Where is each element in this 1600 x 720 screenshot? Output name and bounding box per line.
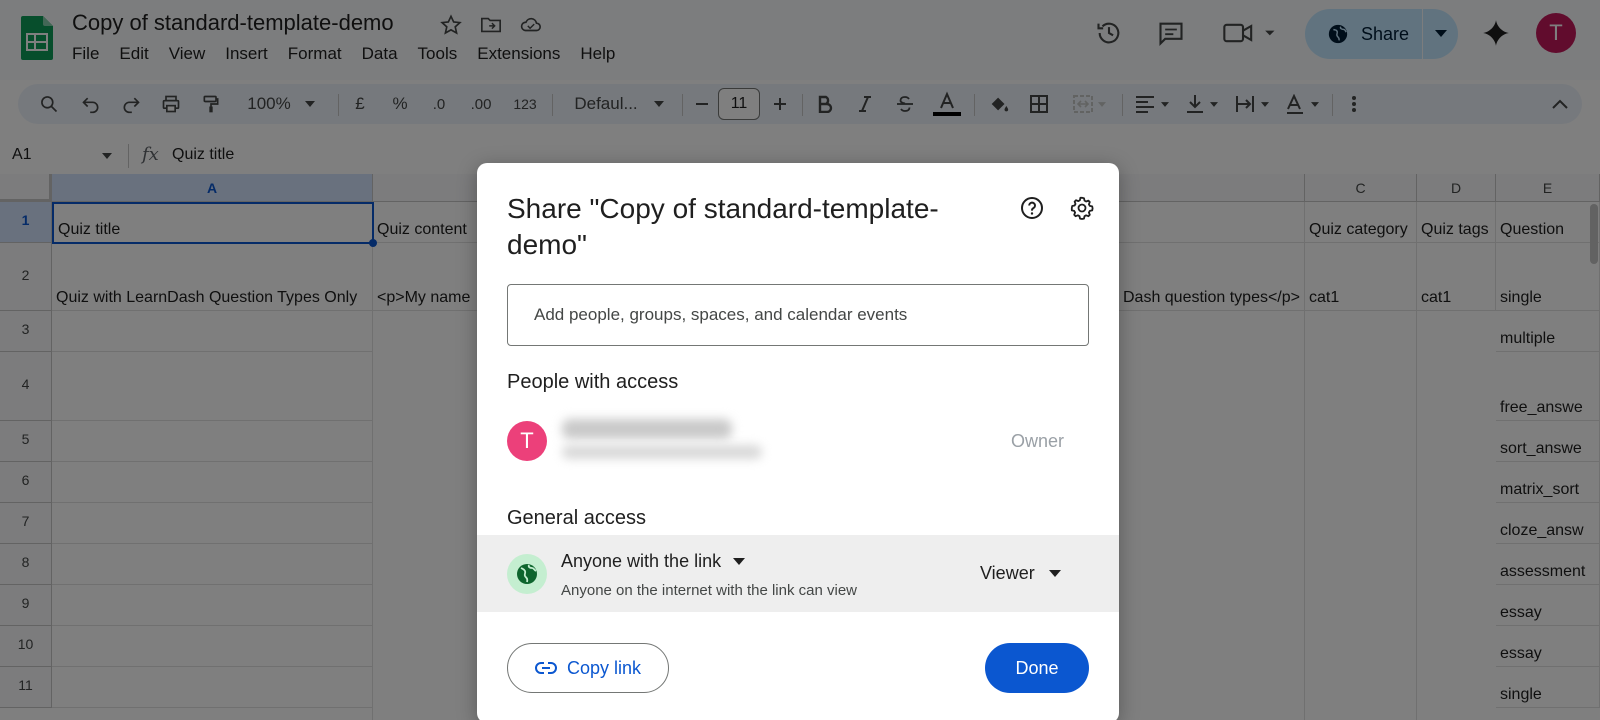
access-description: Anyone on the internet with the link can… <box>561 582 858 599</box>
caret-down-icon <box>1048 570 1061 577</box>
person-role: Owner <box>1011 431 1065 451</box>
copy-link-label: Copy link <box>566 657 642 678</box>
done-button[interactable]: Done <box>985 643 1089 693</box>
copy-link-button[interactable]: Copy link <box>507 643 669 693</box>
access-level-value: Anyone with the link <box>561 551 722 571</box>
general-access-row: Anyone with the link Anyone on the inter… <box>477 535 1119 612</box>
settings-gear-icon[interactable] <box>1067 193 1097 223</box>
help-icon[interactable] <box>1017 193 1047 223</box>
role-select[interactable]: Viewer <box>980 563 1061 584</box>
people-with-access-heading: People with access <box>507 371 679 393</box>
caret-down-icon <box>733 558 746 565</box>
add-people-input[interactable] <box>507 284 1089 346</box>
share-dialog: Share "Copy of standard-template-demo" P… <box>477 163 1119 720</box>
role-value: Viewer <box>980 563 1035 583</box>
person-name-redacted <box>562 419 732 439</box>
dialog-title: Share "Copy of standard-template-demo" <box>507 193 939 260</box>
general-access-heading: General access <box>507 507 646 529</box>
access-level-select[interactable]: Anyone with the link <box>561 551 746 572</box>
globe-icon <box>507 554 547 594</box>
person-email-redacted <box>562 445 762 459</box>
person-avatar: T <box>507 421 547 461</box>
link-icon <box>535 662 557 674</box>
